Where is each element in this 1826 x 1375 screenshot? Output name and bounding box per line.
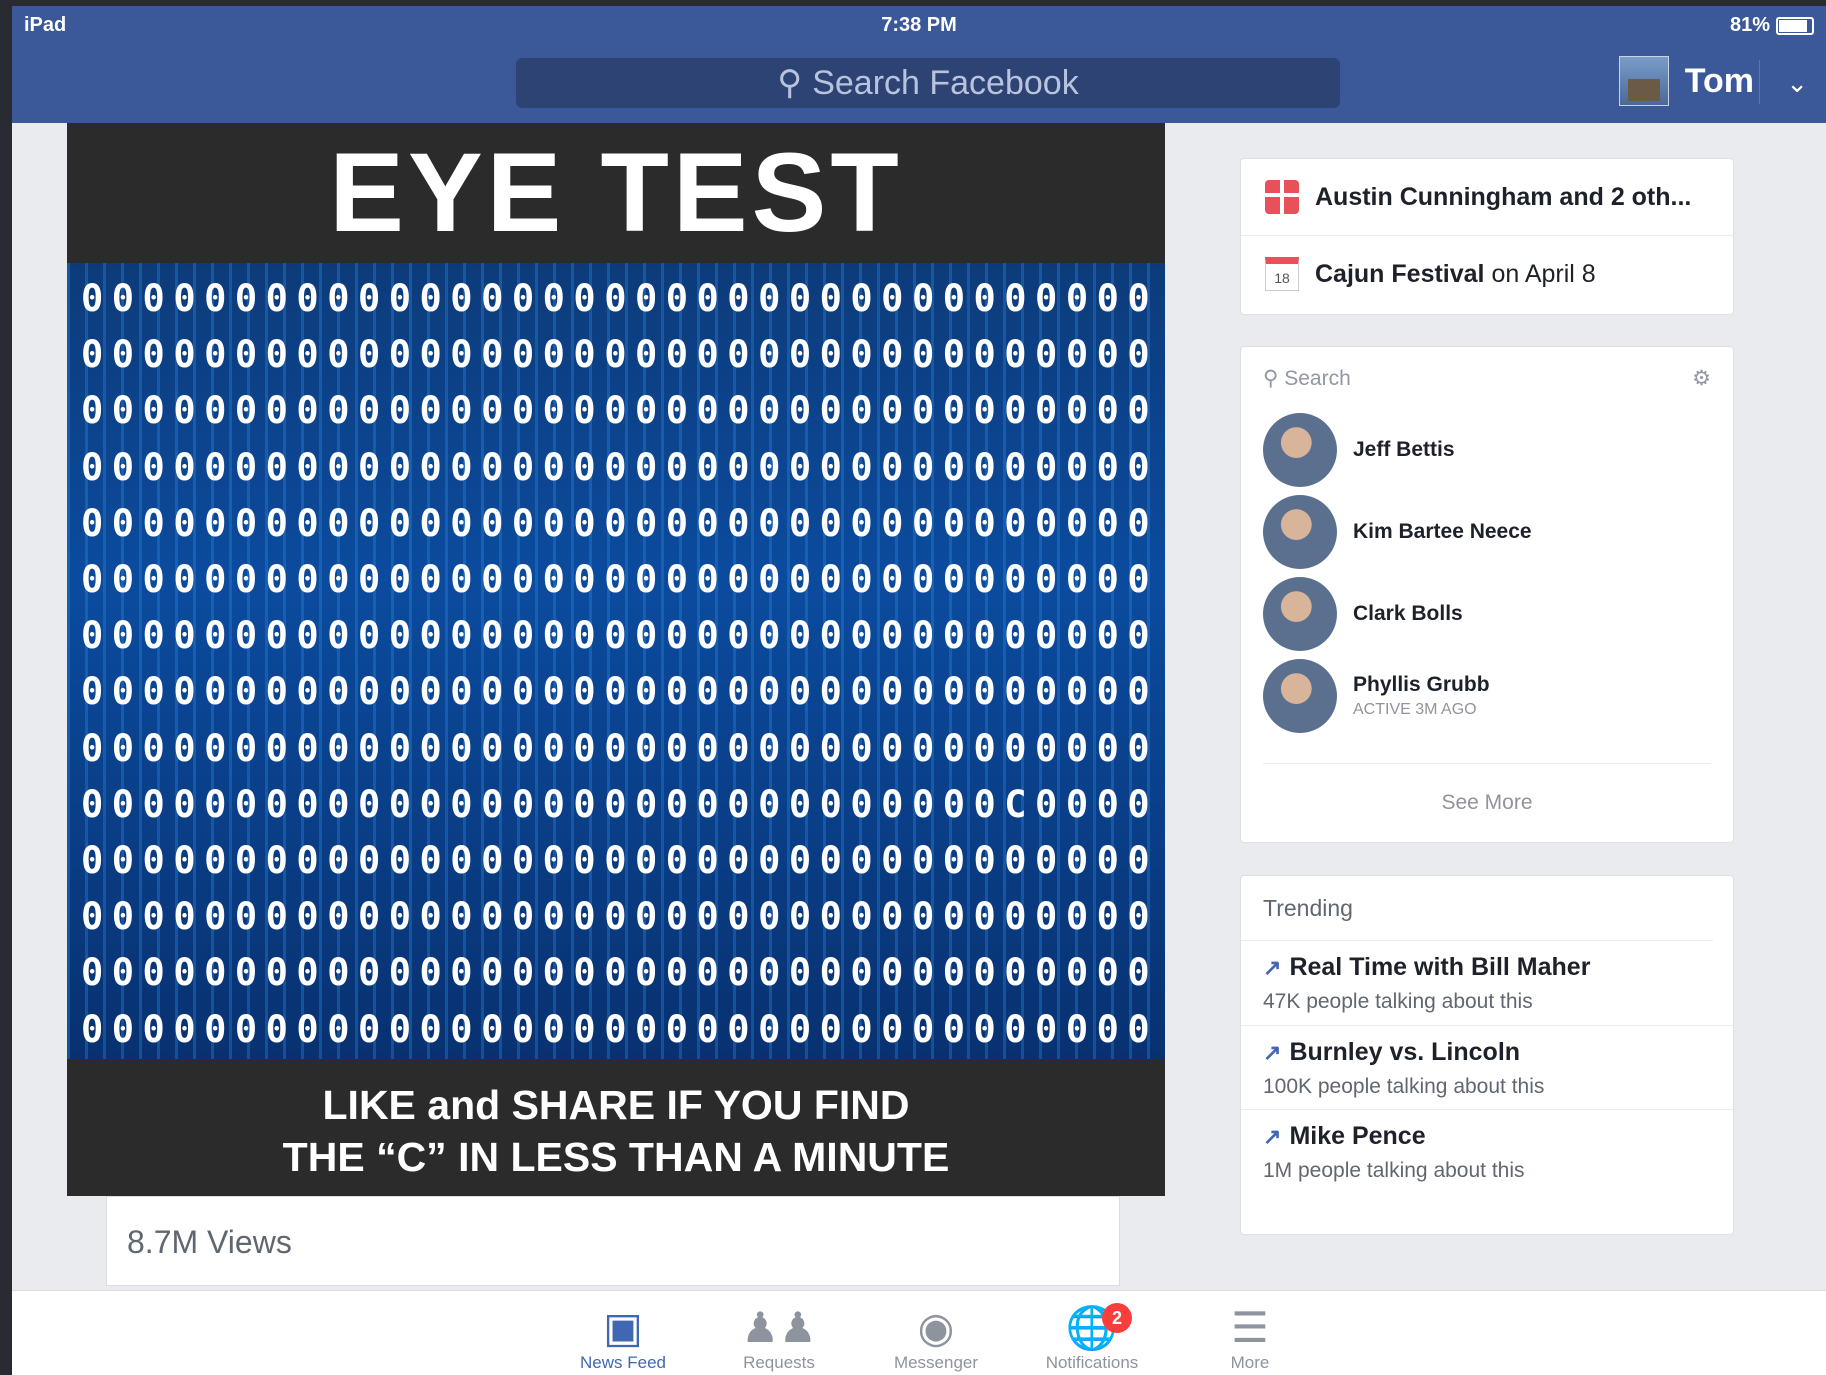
header-divider bbox=[1759, 60, 1760, 104]
caption-line-2: THE “C” IN LESS THAN A MINUTE bbox=[282, 1134, 950, 1180]
grid-row: 00000000000000000000000000000000000 bbox=[81, 445, 1159, 489]
zero-grid: 00000000000000000000000000000000000 00000… bbox=[67, 263, 1165, 1059]
chat-sidebar: ⚲ Search ⚙ Jeff Bettis Kim Bartee Neece … bbox=[1240, 346, 1734, 843]
grid-row: 00000000000000000000000000000000000 bbox=[81, 839, 1159, 883]
video-post[interactable]: EYE TEST 0000000000000000000000000000000… bbox=[67, 123, 1165, 1196]
tab-messenger[interactable]: ◉ Messenger bbox=[876, 1303, 996, 1373]
chat-friend[interactable]: Jeff Bettis bbox=[1241, 409, 1733, 491]
trending-arrow-icon: ↗ bbox=[1263, 954, 1282, 980]
chat-friend[interactable]: Phyllis Grubb ACTIVE 3M AGO bbox=[1241, 655, 1733, 737]
grid-row: 00000000000000000000000000000000000 bbox=[81, 333, 1159, 377]
search-icon: ⚲ bbox=[777, 64, 803, 102]
calendar-icon: 18 bbox=[1265, 257, 1299, 291]
post-image-caption: LIKE and SHARE IF YOU FIND THE “C” IN LE… bbox=[67, 1059, 1165, 1196]
battery-icon bbox=[1776, 16, 1814, 35]
see-more-link[interactable]: See More bbox=[1263, 763, 1711, 842]
grid-row: 00000000000000000000000000000000000 bbox=[81, 277, 1159, 320]
grid-row: 00000000000000000000000000000000000 bbox=[81, 614, 1159, 658]
messenger-icon: ◉ bbox=[917, 1304, 955, 1351]
trending-heading: Trending bbox=[1241, 876, 1713, 941]
tab-notifications[interactable]: 🌐 2 Notifications bbox=[1032, 1303, 1152, 1373]
chat-friend[interactable]: Clark Bolls bbox=[1241, 573, 1733, 655]
event-text: Austin Cunningham and 2 oth... bbox=[1315, 182, 1692, 211]
grid-row: 00000000000000000000000000000000000 bbox=[81, 951, 1159, 995]
chat-friend[interactable]: Kim Bartee Neece bbox=[1241, 491, 1733, 573]
news-feed-icon: ▣ bbox=[603, 1304, 643, 1351]
chat-search-input[interactable]: ⚲ Search ⚙ bbox=[1241, 347, 1733, 409]
avatar bbox=[1263, 577, 1337, 651]
trending-arrow-icon: ↗ bbox=[1263, 1039, 1282, 1065]
gear-icon[interactable]: ⚙ bbox=[1692, 366, 1711, 391]
profile-button[interactable]: Tom bbox=[1618, 56, 1754, 106]
user-name: Tom bbox=[1684, 61, 1754, 100]
avatar bbox=[1618, 56, 1669, 106]
events-card: Austin Cunningham and 2 oth... 18 Cajun … bbox=[1240, 158, 1734, 315]
trending-item[interactable]: ↗ Burnley vs. Lincoln 100K people talking… bbox=[1241, 1025, 1733, 1109]
clock: 7:38 PM bbox=[881, 14, 957, 36]
grid-row: 00000000000000000000000000000000000 bbox=[81, 726, 1159, 770]
menu-icon: ☰ bbox=[1231, 1304, 1269, 1351]
notification-badge: 2 bbox=[1102, 1303, 1132, 1333]
ipad-screen: iPad 7:38 PM 81% ⚲ Search Facebook Tom ⌄… bbox=[12, 6, 1826, 1375]
trending-item[interactable]: ↗ Real Time with Bill Maher 47K people ta… bbox=[1241, 941, 1733, 1025]
trending-arrow-icon: ↗ bbox=[1263, 1123, 1282, 1149]
battery-percent: 81% bbox=[1729, 14, 1770, 36]
gift-icon bbox=[1265, 180, 1299, 214]
chevron-down-icon[interactable]: ⌄ bbox=[1786, 68, 1808, 99]
search-icon: ⚲ bbox=[1263, 366, 1279, 390]
grid-row: 00000000000000000000000000000000000 bbox=[81, 895, 1159, 939]
notifications-icon: 🌐 bbox=[1065, 1304, 1119, 1351]
trending-card: Trending ↗ Real Time with Bill Maher 47K … bbox=[1240, 875, 1734, 1235]
search-placeholder: Search Facebook bbox=[812, 63, 1079, 102]
event-reminder[interactable]: 18 Cajun Festival on April 8 bbox=[1241, 235, 1733, 312]
grid-row: 00000000000000000000000000000000000 bbox=[81, 389, 1159, 433]
post-image-title: EYE TEST bbox=[67, 123, 1165, 263]
grid-row: 00000000000000000000000000000000000 bbox=[81, 501, 1159, 545]
view-count: 8.7M Views bbox=[106, 1196, 1120, 1286]
bottom-tab-bar: ▣ News Feed ♟♟ Requests ◉ Messenger 🌐 2 … bbox=[12, 1290, 1826, 1375]
status-right: 81% bbox=[1730, 14, 1814, 37]
tab-news-feed[interactable]: ▣ News Feed bbox=[563, 1303, 683, 1373]
caption-line-1: LIKE and SHARE IF YOU FIND bbox=[322, 1082, 910, 1128]
tab-more[interactable]: ☰ More bbox=[1190, 1303, 1310, 1373]
tab-requests[interactable]: ♟♟ Requests bbox=[719, 1303, 839, 1373]
birthday-reminder[interactable]: Austin Cunningham and 2 oth... bbox=[1241, 159, 1733, 235]
facebook-header: iPad 7:38 PM 81% ⚲ Search Facebook Tom ⌄ bbox=[12, 6, 1826, 123]
grid-row: 00000000000000000000000000000000000 bbox=[81, 1007, 1159, 1051]
event-text: Cajun Festival on April 8 bbox=[1315, 259, 1596, 288]
status-bar: iPad 7:38 PM 81% bbox=[12, 6, 1826, 46]
active-status: ACTIVE 3M AGO bbox=[1353, 701, 1477, 718]
search-input[interactable]: ⚲ Search Facebook bbox=[516, 58, 1340, 108]
avatar bbox=[1263, 659, 1337, 733]
grid-row: 000000000000000000000000000000C0000 bbox=[81, 782, 1159, 826]
requests-icon: ♟♟ bbox=[741, 1304, 817, 1351]
grid-row: 00000000000000000000000000000000000 bbox=[81, 670, 1159, 714]
trending-item[interactable]: ↗ Mike Pence 1M people talking about this bbox=[1241, 1109, 1733, 1193]
grid-row: 00000000000000000000000000000000000 bbox=[81, 558, 1159, 602]
avatar bbox=[1263, 495, 1337, 569]
avatar bbox=[1263, 413, 1337, 487]
